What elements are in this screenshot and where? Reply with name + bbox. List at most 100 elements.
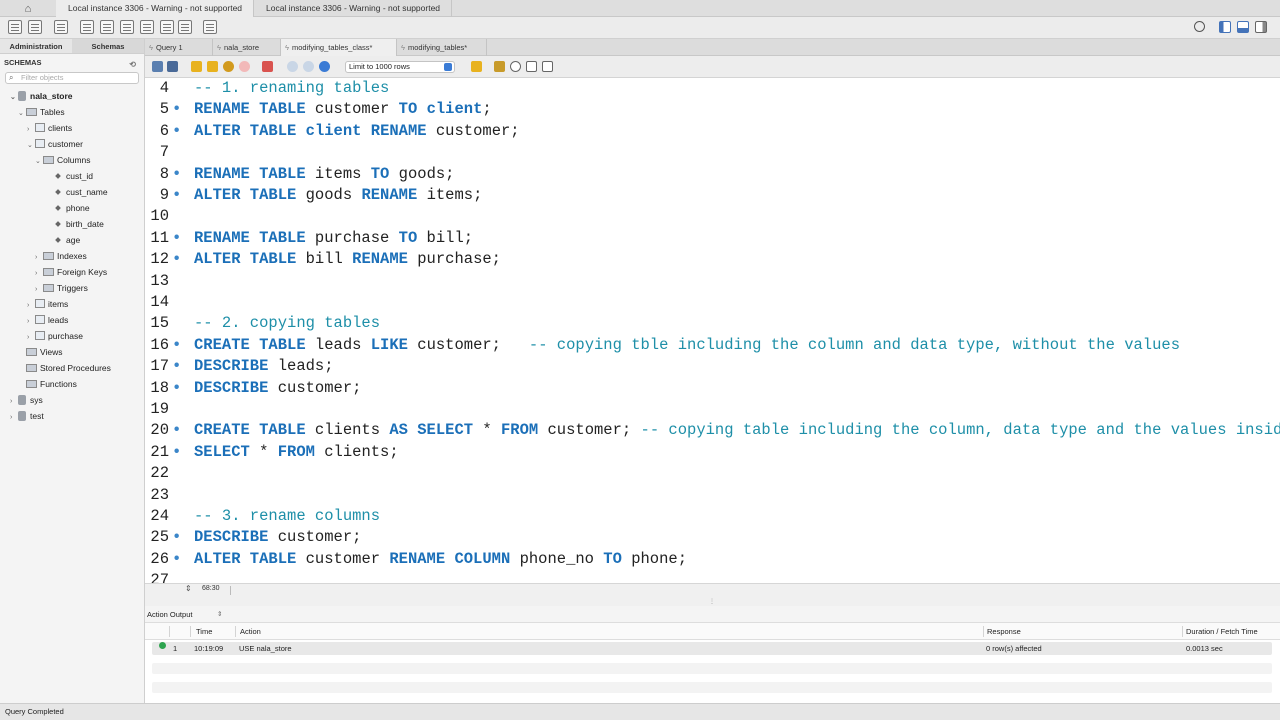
create-function-icon[interactable] (160, 20, 174, 34)
tree-node-column[interactable]: birth_date (54, 216, 104, 232)
execute-current-icon[interactable] (207, 61, 218, 72)
code-line: 11 • RENAME TABLE purchase TO bill; (150, 228, 474, 247)
save-icon[interactable] (167, 61, 178, 72)
tree-node-tables[interactable]: ⌄ Tables (18, 104, 65, 120)
create-table-icon[interactable] (100, 20, 114, 34)
search-table-data-icon[interactable] (178, 20, 192, 34)
tab-query-1[interactable]: ϟ Query 1 (145, 39, 213, 56)
settings-icon[interactable] (1194, 21, 1205, 32)
invisible-chars-icon[interactable] (526, 61, 537, 72)
connection-tab-2[interactable]: Local instance 3306 - Warning - not supp… (254, 0, 452, 17)
code-line: 16 • CREATE TABLE leads LIKE customer; -- … (150, 335, 1180, 354)
tab-modifying-tables-class[interactable]: ϟ modifying_tables_class* (281, 39, 397, 56)
folder-icon (43, 268, 54, 276)
chevron-down-icon[interactable]: ⌄ (10, 90, 18, 106)
tree-node-column[interactable]: age (54, 232, 80, 248)
word-wrap-icon[interactable] (542, 61, 553, 72)
create-schema-icon[interactable] (80, 20, 94, 34)
tree-node-test[interactable]: › test (10, 408, 44, 424)
tree-node-sys[interactable]: › sys (10, 392, 43, 408)
code-line: 20 • CREATE TABLE clients AS SELECT * FROM… (150, 421, 1280, 440)
tab-modifying-tables[interactable]: ϟ modifying_tables* (397, 39, 487, 56)
code-line: 8 • RENAME TABLE items TO goods; (159, 164, 455, 183)
tree-node-views[interactable]: Views (18, 344, 63, 360)
toggle-secondary-sidebar-icon[interactable] (1255, 21, 1267, 33)
filter-placeholder: Filter objects (21, 73, 64, 82)
rollback-icon[interactable] (303, 61, 314, 72)
main-toolbar (0, 17, 1280, 39)
filter-objects-input[interactable]: ⌕ Filter objects (5, 72, 139, 84)
tree-node-clients[interactable]: › clients (27, 120, 72, 136)
output-title[interactable]: Action Output (147, 610, 192, 619)
tree-node-column[interactable]: cust_name (54, 184, 108, 200)
sql-editor[interactable]: 4 -- 1. renaming tables 5 • RENAME TABLE cu… (145, 78, 1280, 583)
chevron-down-icon[interactable]: ⌄ (35, 154, 43, 170)
tree-node-column[interactable]: phone (54, 200, 90, 216)
code-line: 15 -- 2. copying tables (150, 314, 381, 333)
code-line: 17 • DESCRIBE leads; (150, 357, 334, 376)
chevron-right-icon[interactable]: › (10, 410, 18, 426)
tree-node-foreign-keys[interactable]: › Foreign Keys (35, 264, 107, 280)
tab-administration[interactable]: Administration (0, 39, 72, 53)
tree-node-functions[interactable]: Functions (18, 376, 77, 392)
lightning-icon: ϟ (285, 43, 289, 52)
create-procedure-icon[interactable] (140, 20, 154, 34)
beautify-icon[interactable] (494, 61, 505, 72)
chevron-down-icon[interactable]: ⌄ (18, 106, 26, 122)
column-header-action[interactable]: Action (240, 623, 261, 640)
limit-rows-select[interactable]: Limit to 1000 rows (345, 61, 455, 73)
toggle-sidebar-icon[interactable] (1219, 21, 1231, 33)
table-row[interactable]: 1 10:19:09 USE nala_store 0 row(s) affec… (152, 642, 1272, 655)
row-index: 1 (173, 644, 178, 653)
open-sql-file-icon[interactable] (28, 20, 42, 34)
empty-row (152, 663, 1272, 674)
row-time: 10:19:09 (194, 644, 224, 653)
stop-icon[interactable] (239, 61, 250, 72)
database-icon (18, 411, 26, 421)
add-snippet-icon[interactable] (471, 61, 482, 72)
toggle-output-icon[interactable] (1237, 21, 1249, 33)
refresh-icon[interactable]: ⟲ (129, 58, 136, 72)
folder-icon (26, 380, 37, 388)
tree-node-indexes[interactable]: › Indexes (35, 248, 87, 264)
create-view-icon[interactable] (120, 20, 134, 34)
cursor-position: 68:30 (202, 585, 220, 592)
chevron-updown-icon[interactable]: ⇕ (217, 606, 222, 623)
up-down-arrows-icon[interactable]: ⇕ (185, 584, 192, 593)
new-sql-tab-icon[interactable] (8, 20, 22, 34)
tree-node-purchase[interactable]: › purchase (27, 328, 83, 344)
commit-icon[interactable] (287, 61, 298, 72)
drag-handle-icon[interactable]: ⋮ (709, 598, 715, 605)
autocommit-icon[interactable] (319, 61, 330, 72)
tree-node-nala-store[interactable]: ⌄ nala_store (10, 88, 73, 104)
panel-splitter[interactable]: ⋮ (145, 596, 1280, 606)
find-icon[interactable] (510, 61, 521, 72)
tree-node-leads[interactable]: › leads (27, 312, 68, 328)
code-line: 7 (159, 143, 169, 162)
tree-node-column[interactable]: cust_id (54, 168, 93, 184)
tab-schemas[interactable]: Schemas (72, 39, 144, 53)
column-header-duration[interactable]: Duration / Fetch Time (1186, 623, 1258, 640)
tree-node-items[interactable]: › items (27, 296, 68, 312)
column-header-response[interactable]: Response (987, 623, 1021, 640)
schema-inspector-icon[interactable] (54, 20, 68, 34)
execute-icon[interactable] (191, 61, 202, 72)
divider (1182, 626, 1183, 637)
toggle-error-icon[interactable] (262, 61, 273, 72)
tree-node-customer[interactable]: ⌄ customer (27, 136, 83, 152)
tree-node-columns[interactable]: ⌄ Columns (35, 152, 91, 168)
tree-node-triggers[interactable]: › Triggers (35, 280, 88, 296)
connection-tab-1[interactable]: Local instance 3306 - Warning - not supp… (56, 0, 254, 17)
explain-icon[interactable] (223, 61, 234, 72)
home-icon[interactable]: ⌂ (0, 0, 56, 17)
reconnect-icon[interactable] (203, 20, 217, 34)
tab-nala-store[interactable]: ϟ nala_store (213, 39, 281, 56)
chevron-down-icon[interactable]: ⌄ (27, 138, 35, 154)
table-icon (35, 331, 45, 340)
code-line: 5 • RENAME TABLE customer TO client; (159, 100, 492, 119)
tree-node-stored-procedures[interactable]: Stored Procedures (18, 360, 111, 376)
column-header-time[interactable]: Time (196, 623, 212, 640)
table-icon (35, 299, 45, 308)
code-line: 27 (150, 571, 169, 583)
open-file-icon[interactable] (152, 61, 163, 72)
